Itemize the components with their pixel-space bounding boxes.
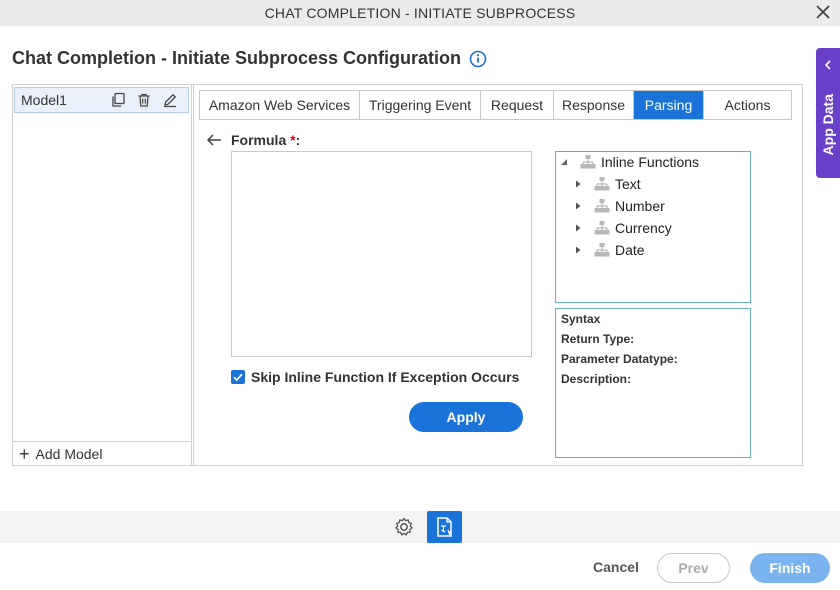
formula-label: Formula *: (231, 132, 300, 148)
syntax-title: Syntax (561, 312, 601, 326)
tab-actions[interactable]: Actions (704, 91, 791, 119)
tab-parsing[interactable]: Parsing (634, 91, 704, 119)
formula-input[interactable] (231, 151, 532, 357)
description-label: Description: (561, 372, 632, 386)
formula-label-text: Formula (231, 132, 287, 148)
tree-node-label: Date (615, 242, 645, 258)
close-icon[interactable] (815, 4, 831, 20)
parameter-datatype-label: Parameter Datatype: (561, 352, 678, 366)
syntax-panel: Syntax Return Type: Parameter Datatype: … (555, 308, 751, 458)
tree-node-number[interactable]: Number (574, 198, 665, 214)
bottom-toolbar (0, 511, 840, 543)
collapsed-caret-icon[interactable] (574, 246, 582, 254)
add-model-label: Add Model (35, 445, 103, 462)
title-bar: CHAT COMPLETION - INITIATE SUBPROCESS (0, 0, 840, 26)
document-icon (437, 517, 452, 537)
collapsed-caret-icon[interactable] (574, 180, 582, 188)
skip-exception-checkbox[interactable]: Skip Inline Function If Exception Occurs (231, 369, 519, 385)
tree-node-currency[interactable]: Currency (574, 220, 672, 236)
tab-triggering-event[interactable]: Triggering Event (360, 91, 481, 119)
hierarchy-icon (594, 221, 610, 235)
configuration-panel: Model1 + Add Model Amazon Web Services T… (12, 84, 803, 466)
apply-button[interactable]: Apply (409, 402, 523, 432)
info-icon[interactable] (469, 50, 487, 68)
hierarchy-icon (594, 199, 610, 213)
app-data-panel-toggle[interactable]: App Data (816, 48, 840, 178)
tree-node-label: Currency (615, 220, 672, 236)
tree-node-label: Text (615, 176, 641, 192)
tree-node-label: Number (615, 198, 665, 214)
checkbox-checked-icon[interactable] (231, 370, 245, 384)
tab-response[interactable]: Response (554, 91, 634, 119)
parsing-panel: Amazon Web Services Triggering Event Req… (193, 85, 802, 465)
finish-button[interactable]: Finish (750, 553, 830, 583)
app-data-label: App Data (820, 94, 836, 156)
hierarchy-icon (580, 155, 596, 169)
add-model-button[interactable]: + Add Model (13, 441, 192, 465)
model-list: Model1 + Add Model (13, 85, 192, 465)
page-title: Chat Completion - Initiate Subprocess Co… (12, 48, 462, 68)
return-type-label: Return Type: (561, 332, 635, 346)
tree-node-date[interactable]: Date (574, 242, 645, 258)
collapsed-caret-icon[interactable] (574, 202, 582, 210)
skip-exception-label: Skip Inline Function If Exception Occurs (251, 369, 520, 385)
model-name: Model1 (21, 92, 67, 108)
expanded-caret-icon[interactable] (560, 158, 568, 166)
collapsed-caret-icon[interactable] (574, 224, 582, 232)
gear-icon[interactable] (393, 516, 415, 538)
delete-icon[interactable] (136, 92, 152, 108)
tab-bar: Amazon Web Services Triggering Event Req… (199, 90, 792, 120)
plus-icon: + (19, 443, 30, 464)
cancel-button[interactable]: Cancel (593, 559, 639, 575)
tab-amazon-web-services[interactable]: Amazon Web Services (200, 91, 360, 119)
inline-functions-tree: Inline Functions Text Number Currency Da… (555, 151, 751, 303)
tree-node-text[interactable]: Text (574, 176, 641, 192)
formula-label-suffix: : (295, 132, 301, 148)
model-item[interactable]: Model1 (14, 87, 189, 113)
chevron-left-icon (824, 60, 831, 70)
hierarchy-icon (594, 243, 610, 257)
page-heading: Chat Completion - Initiate Subprocess Co… (12, 48, 487, 69)
prev-button[interactable]: Prev (657, 553, 730, 583)
back-arrow-icon[interactable] (206, 133, 222, 147)
tree-node-label: Inline Functions (601, 154, 700, 170)
document-translate-button[interactable] (427, 511, 462, 543)
tree-node-inline-functions[interactable]: Inline Functions (560, 154, 699, 170)
tab-request[interactable]: Request (481, 91, 554, 119)
hierarchy-icon (594, 177, 610, 191)
window-title: CHAT COMPLETION - INITIATE SUBPROCESS (264, 5, 576, 21)
copy-icon[interactable] (110, 92, 126, 108)
edit-icon[interactable] (162, 92, 178, 108)
